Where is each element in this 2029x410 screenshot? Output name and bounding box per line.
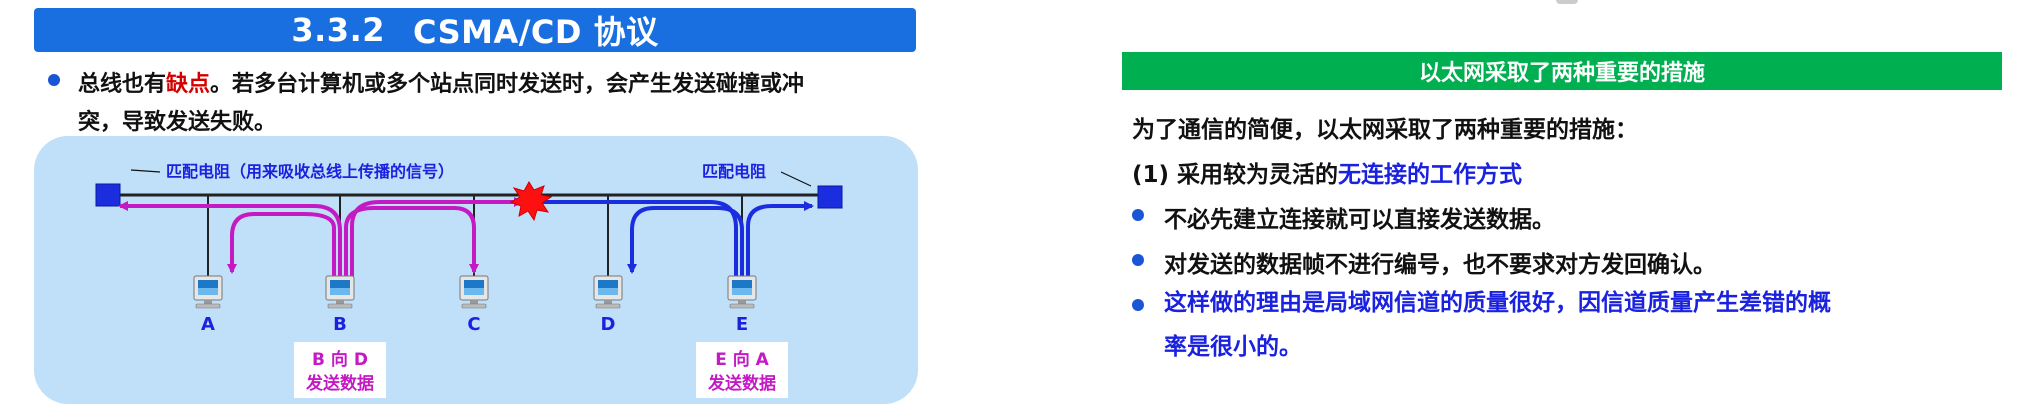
title-text: CSMA/CD 协议 <box>412 13 659 51</box>
measure-one-prefix: (1) 采用较为灵活的 <box>1132 162 1339 188</box>
slide-title: 3.3.2 CSMA/CD 协议 <box>34 8 916 52</box>
station-label-b: B <box>333 314 347 335</box>
terminator-left-label: 匹配电阻（用来吸收总线上传播的信号） <box>166 162 454 181</box>
blue-arrow-to-d <box>627 206 744 279</box>
bullet-dot <box>1132 254 1144 266</box>
computer-e-icon <box>727 275 757 309</box>
bullet-text-red: 缺点 <box>166 72 211 97</box>
right-bullet-1-text: 不必先建立连接就可以直接发送数据。 <box>1164 207 1555 233</box>
terminator-right <box>817 185 843 209</box>
magenta-arrow-to-a <box>227 212 336 279</box>
computer-b-icon <box>325 275 355 309</box>
station-label-e: E <box>736 314 748 335</box>
computer-a-icon <box>193 275 223 309</box>
magenta-arrow-to-c <box>344 206 479 279</box>
right-bullet-3: 这样做的理由是局域网信道的质量很好，因信道质量产生差错的概 率是很小的。 <box>1132 290 1831 369</box>
measure-one: (1) 采用较为灵活的无连接的工作方式 <box>1132 155 1522 189</box>
bullet-dot <box>1132 209 1144 221</box>
bullet-text-pre: 总线也有 <box>78 72 167 97</box>
collision-burst-icon <box>509 181 553 222</box>
title-number: 3.3.2 <box>291 11 385 49</box>
slide-edge-mark <box>1556 0 1578 4</box>
terminator-right-pointer <box>780 171 812 187</box>
computer-d-icon <box>593 275 623 309</box>
station-label-d: D <box>601 314 616 335</box>
bullet-dot <box>1132 299 1144 311</box>
right-bullet-2: 对发送的数据帧不进行编号，也不要求对方发回确认。 <box>1132 245 1716 279</box>
b-to-d-line1: B 向 D <box>312 349 368 370</box>
right-bullet-3-line1: 这样做的理由是局域网信道的质量很好，因信道质量产生差错的概 <box>1164 290 1831 316</box>
station-label-a: A <box>201 314 215 335</box>
station-label-c: C <box>467 314 480 335</box>
computer-c-icon <box>459 275 489 309</box>
bus-diagram-panel: 匹配电阻（用来吸收总线上传播的信号） 匹配电阻 A B C D E B 向 D … <box>34 136 918 404</box>
bus-diagram: 匹配电阻（用来吸收总线上传播的信号） 匹配电阻 A B C D E B 向 D … <box>95 162 843 398</box>
terminator-right-label: 匹配电阻 <box>702 162 766 181</box>
terminator-left-pointer <box>130 169 161 173</box>
b-to-d-line2: 发送数据 <box>305 373 374 394</box>
bullet-text-post: 。若多台计算机或多个站点同时发送时，会产生发送碰撞或冲 <box>210 72 805 97</box>
right-bullet-1: 不必先建立连接就可以直接发送数据。 <box>1132 200 1555 234</box>
bullet-dot <box>48 74 60 86</box>
measures-header: 以太网采取了两种重要的措施 <box>1122 52 2002 90</box>
intro-line: 为了通信的简便，以太网采取了两种重要的措施： <box>1132 117 1638 143</box>
blue-arrow-to-right <box>746 201 814 279</box>
e-to-a-line2: 发送数据 <box>707 373 776 394</box>
right-bullet-3-line2: 率是很小的。 <box>1164 334 1302 360</box>
terminator-left <box>95 183 121 207</box>
magenta-arrow-to-right <box>350 197 524 279</box>
e-to-a-line1: E 向 A <box>715 349 769 370</box>
right-bullet-2-text: 对发送的数据帧不进行编号，也不要求对方发回确认。 <box>1164 252 1716 278</box>
measure-one-highlight: 无连接的工作方式 <box>1338 162 1523 188</box>
bus-drawback-bullet: 总线也有缺点。若多台计算机或多个站点同时发送时，会产生发送碰撞或冲 突，导致发送… <box>48 66 918 142</box>
